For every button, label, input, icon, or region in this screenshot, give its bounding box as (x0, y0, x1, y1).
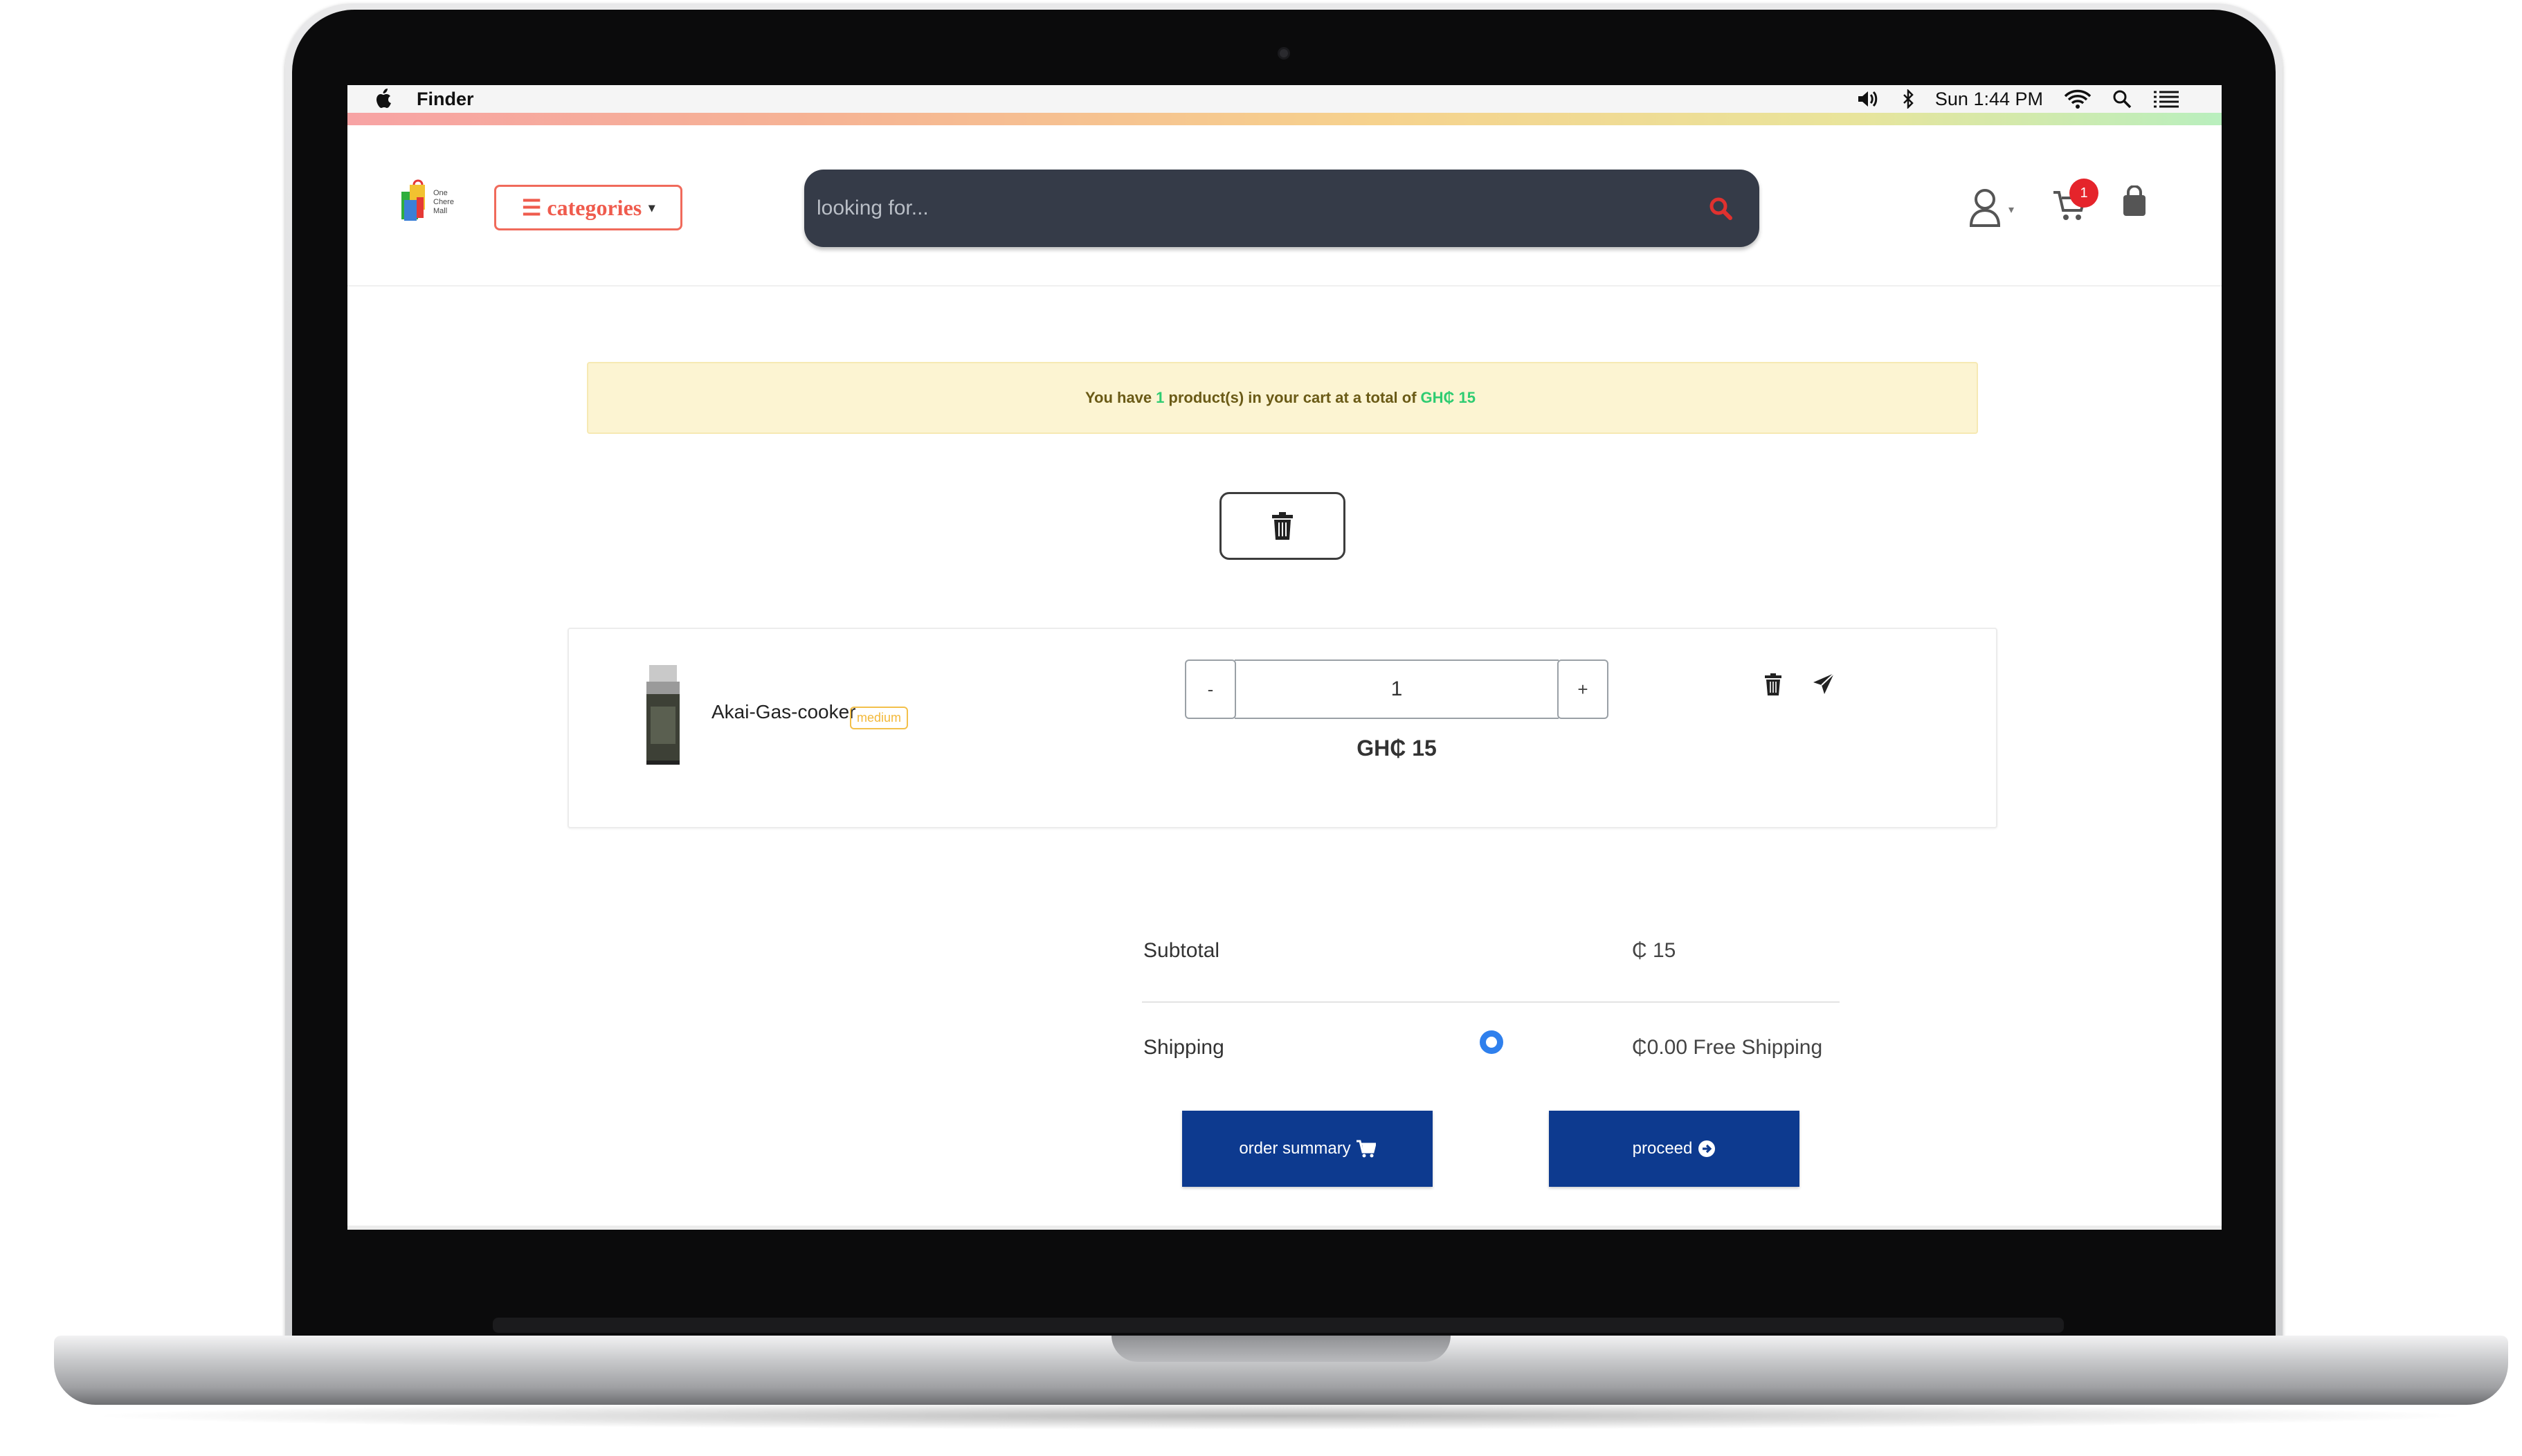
cart-item-card: Akai-Gas-cooker medium - 1 + GH₵ 15 (568, 628, 1997, 828)
alert-total: GH₵ 15 (1420, 389, 1476, 406)
shipping-row: Shipping ₵0.00 Free Shipping (1142, 1003, 1840, 1093)
alert-prefix: You have (1085, 389, 1152, 406)
cart-icon (1356, 1140, 1376, 1158)
subtotal-label: Subtotal (1143, 939, 1220, 962)
notification-list-icon[interactable] (2152, 89, 2180, 109)
product-name[interactable]: Akai-Gas-cooker (711, 701, 856, 723)
bluetooth-icon[interactable] (1902, 89, 1914, 109)
order-summary-label: order summary (1239, 1139, 1351, 1158)
page-bottom-edge (347, 1226, 2222, 1230)
subtotal-row: Subtotal ₵ 15 (1142, 913, 1840, 1003)
logo-text: One Chere Mall (433, 189, 454, 216)
laptop-mockup: Finder Sun 1:44 PM One Chere Mall ☰ cate… (0, 0, 2522, 1456)
shipping-radio[interactable] (1480, 1030, 1503, 1054)
user-caret-down-icon[interactable]: ▾ (2008, 203, 2014, 217)
alert-count: 1 (1156, 389, 1165, 406)
quantity-value[interactable]: 1 (1235, 659, 1559, 719)
proceed-button[interactable]: proceed (1549, 1111, 1799, 1187)
user-icon[interactable] (1968, 187, 2002, 228)
apple-icon[interactable] (374, 88, 394, 110)
alert-middle: product(s) in your cart at a total of (1168, 389, 1417, 406)
cart-count-badge: 1 (2069, 179, 2098, 208)
logo-word: Mall (433, 207, 448, 215)
product-image[interactable] (644, 665, 682, 765)
shopping-bag-icon[interactable] (2122, 185, 2147, 217)
laptop-notch (1112, 1336, 1451, 1362)
cart-summary-alert: You have 1 product(s) in your cart at a … (587, 362, 1978, 434)
rainbow-strip (347, 113, 2222, 125)
search-icon[interactable] (1708, 196, 1733, 221)
spotlight-icon[interactable] (2112, 89, 2132, 109)
product-size-badge: medium (850, 707, 909, 729)
webcam (1278, 47, 1290, 60)
macos-menubar: Finder Sun 1:44 PM (347, 85, 2222, 113)
shipping-label: Shipping (1143, 1036, 1224, 1059)
product-price: GH₵ 15 (1357, 736, 1437, 761)
categories-label: ☰ categories (521, 195, 642, 220)
subtotal-value: ₵ 15 (1632, 939, 1676, 962)
categories-button[interactable]: ☰ categories ▾ (494, 185, 682, 230)
screen: Finder Sun 1:44 PM One Chere Mall ☰ cate… (347, 85, 2222, 1230)
send-item-icon[interactable] (1812, 672, 1835, 695)
shipping-value: ₵0.00 Free Shipping (1632, 1036, 1823, 1059)
trash-icon (1272, 512, 1293, 540)
quantity-increase-button[interactable]: + (1557, 659, 1608, 719)
search-input[interactable] (817, 186, 1689, 230)
proceed-label: proceed (1632, 1139, 1693, 1158)
arrow-circle-right-icon (1698, 1140, 1716, 1157)
volume-icon[interactable] (1856, 89, 1881, 109)
clear-cart-button[interactable] (1219, 492, 1345, 560)
menubar-status-area: Sun 1:44 PM (1856, 85, 2180, 113)
cart-totals: Subtotal ₵ 15 Shipping ₵0.00 Free Shippi… (1142, 913, 1840, 1093)
laptop-hinge (493, 1318, 2064, 1333)
active-app-name[interactable]: Finder (417, 89, 474, 110)
laptop-shadow (83, 1402, 2478, 1430)
logo-word: Chere (433, 198, 454, 206)
quantity-decrease-button[interactable]: - (1185, 659, 1236, 719)
search-bar (804, 170, 1759, 247)
logo-word: One (433, 189, 448, 197)
order-summary-button[interactable]: order summary (1182, 1111, 1433, 1187)
remove-item-trash-icon[interactable] (1765, 673, 1781, 695)
wifi-icon[interactable] (2064, 89, 2092, 109)
menubar-clock[interactable]: Sun 1:44 PM (1935, 89, 2043, 110)
caret-down-icon: ▾ (648, 200, 655, 215)
site-header: One Chere Mall ☰ categories ▾ ▾ (347, 125, 2222, 286)
